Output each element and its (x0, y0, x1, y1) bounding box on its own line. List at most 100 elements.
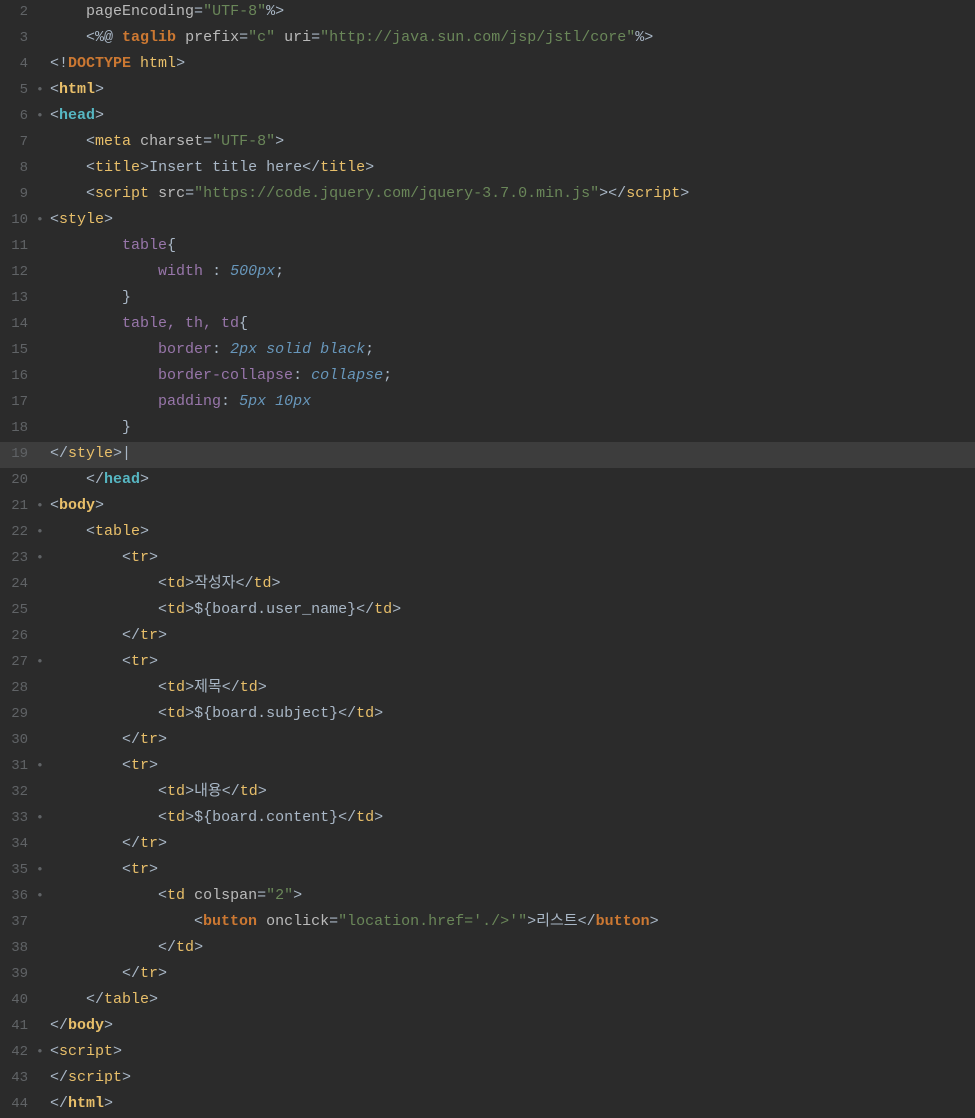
line-number-2: 2 (0, 2, 36, 24)
code-line-28: 28 <td>제목</td> (0, 676, 975, 702)
code-line-5: 5 • <html> (0, 78, 975, 104)
code-line-30: 30 </tr> (0, 728, 975, 754)
line-content-2: pageEncoding="UTF-8"%> (48, 0, 975, 23)
line-bullet-31: • (36, 756, 48, 776)
line-content-44: </html> (48, 1092, 975, 1115)
line-number-23: 23 (0, 548, 36, 570)
line-content-30: </tr> (48, 728, 975, 751)
line-content-42: <script> (48, 1040, 975, 1063)
line-number-21: 21 (0, 496, 36, 518)
line-content-39: </tr> (48, 962, 975, 985)
line-content-23: <tr> (48, 546, 975, 569)
line-content-24: <td>작성자</td> (48, 572, 975, 595)
line-content-33: <td>${board.content}</td> (48, 806, 975, 829)
line-number-42: 42 (0, 1042, 36, 1064)
line-bullet-22: • (36, 522, 48, 542)
line-number-44: 44 (0, 1094, 36, 1116)
line-number-31: 31 (0, 756, 36, 778)
line-content-40: </table> (48, 988, 975, 1011)
code-line-15: 15 border: 2px solid black; (0, 338, 975, 364)
code-line-19: 19 </style>| (0, 442, 975, 468)
code-line-25: 25 <td>${board.user_name}</td> (0, 598, 975, 624)
line-bullet-5: • (36, 80, 48, 100)
line-content-25: <td>${board.user_name}</td> (48, 598, 975, 621)
line-bullet-21: • (36, 496, 48, 516)
code-line-36: 36 • <td colspan="2"> (0, 884, 975, 910)
code-line-35: 35 • <tr> (0, 858, 975, 884)
line-number-40: 40 (0, 990, 36, 1012)
line-number-13: 13 (0, 288, 36, 310)
line-content-43: </script> (48, 1066, 975, 1089)
line-content-9: <script src="https://code.jquery.com/jqu… (48, 182, 975, 205)
line-content-37: <button onclick="location.href='./>'">리스… (48, 910, 975, 933)
code-line-14: 14 table, th, td{ (0, 312, 975, 338)
line-number-38: 38 (0, 938, 36, 960)
code-line-23: 23 • <tr> (0, 546, 975, 572)
line-number-36: 36 (0, 886, 36, 908)
line-number-16: 16 (0, 366, 36, 388)
line-content-31: <tr> (48, 754, 975, 777)
line-bullet-42: • (36, 1042, 48, 1062)
code-line-11: 11 table{ (0, 234, 975, 260)
line-content-10: <style> (48, 208, 975, 231)
line-content-16: border-collapse: collapse; (48, 364, 975, 387)
line-number-14: 14 (0, 314, 36, 336)
line-content-18: } (48, 416, 975, 439)
code-line-8: 8 <title>Insert title here</title> (0, 156, 975, 182)
code-line-24: 24 <td>작성자</td> (0, 572, 975, 598)
line-content-13: } (48, 286, 975, 309)
code-editor: 2 pageEncoding="UTF-8"%> 3 <%@ taglib pr… (0, 0, 975, 1118)
code-line-31: 31 • <tr> (0, 754, 975, 780)
line-content-29: <td>${board.subject}</td> (48, 702, 975, 725)
line-content-11: table{ (48, 234, 975, 257)
line-content-27: <tr> (48, 650, 975, 673)
code-line-7: 7 <meta charset="UTF-8"> (0, 130, 975, 156)
line-content-3: <%@ taglib prefix="c" uri="http://java.s… (48, 26, 975, 49)
code-line-18: 18 } (0, 416, 975, 442)
line-number-5: 5 (0, 80, 36, 102)
line-number-15: 15 (0, 340, 36, 362)
line-content-28: <td>제목</td> (48, 676, 975, 699)
line-number-32: 32 (0, 782, 36, 804)
code-line-41: 41 </body> (0, 1014, 975, 1040)
code-line-39: 39 </tr> (0, 962, 975, 988)
code-line-13: 13 } (0, 286, 975, 312)
line-content-19: </style>| (48, 442, 975, 465)
line-bullet-23: • (36, 548, 48, 568)
line-content-21: <body> (48, 494, 975, 517)
line-content-6: <head> (48, 104, 975, 127)
line-number-18: 18 (0, 418, 36, 440)
line-content-5: <html> (48, 78, 975, 101)
code-line-16: 16 border-collapse: collapse; (0, 364, 975, 390)
line-content-15: border: 2px solid black; (48, 338, 975, 361)
code-line-33: 33 • <td>${board.content}</td> (0, 806, 975, 832)
line-content-32: <td>내용</td> (48, 780, 975, 803)
code-line-9: 9 <script src="https://code.jquery.com/j… (0, 182, 975, 208)
line-bullet-33: • (36, 808, 48, 828)
line-number-10: 10 (0, 210, 36, 232)
line-number-6: 6 (0, 106, 36, 128)
line-content-26: </tr> (48, 624, 975, 647)
code-line-29: 29 <td>${board.subject}</td> (0, 702, 975, 728)
code-line-44: 44 </html> (0, 1092, 975, 1118)
line-content-36: <td colspan="2"> (48, 884, 975, 907)
code-line-38: 38 </td> (0, 936, 975, 962)
line-number-29: 29 (0, 704, 36, 726)
line-number-33: 33 (0, 808, 36, 830)
line-number-12: 12 (0, 262, 36, 284)
line-content-17: padding: 5px 10px (48, 390, 975, 413)
line-number-43: 43 (0, 1068, 36, 1090)
code-line-26: 26 </tr> (0, 624, 975, 650)
line-number-24: 24 (0, 574, 36, 596)
line-content-12: width : 500px; (48, 260, 975, 283)
line-number-20: 20 (0, 470, 36, 492)
line-number-26: 26 (0, 626, 36, 648)
line-bullet-36: • (36, 886, 48, 906)
line-content-38: </td> (48, 936, 975, 959)
code-line-27: 27 • <tr> (0, 650, 975, 676)
code-line-2: 2 pageEncoding="UTF-8"%> (0, 0, 975, 26)
line-bullet-6: • (36, 106, 48, 126)
code-line-17: 17 padding: 5px 10px (0, 390, 975, 416)
line-number-34: 34 (0, 834, 36, 856)
line-number-28: 28 (0, 678, 36, 700)
